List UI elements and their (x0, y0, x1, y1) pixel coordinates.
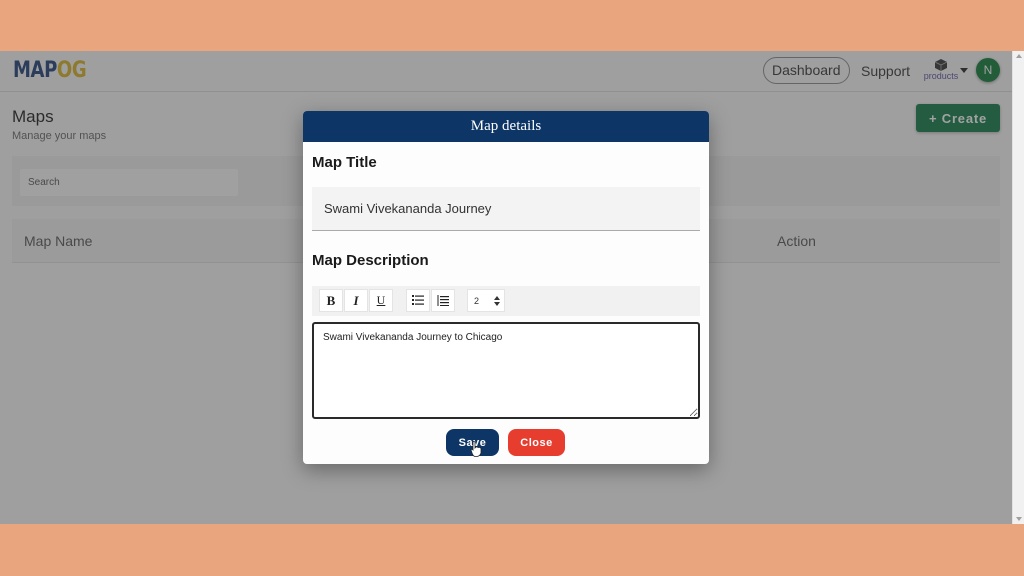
text-format-toolbar: B I U 2 (312, 286, 700, 316)
map-details-dialog: Map details Map Title Map Description B … (303, 111, 709, 464)
dialog-title: Map details (303, 111, 709, 142)
map-description-textarea[interactable]: Swami Vivekananda Journey to Chicago (312, 322, 700, 419)
select-arrows-icon (494, 296, 500, 306)
video-frame-top (0, 0, 1024, 51)
app-window: MAPOG Dashboard Support products N Maps … (0, 51, 1024, 524)
close-button[interactable]: Close (508, 429, 565, 456)
scroll-up-icon[interactable] (1016, 54, 1022, 58)
numbered-list-icon (437, 295, 449, 306)
bullet-list-button[interactable] (406, 289, 430, 312)
underline-button[interactable]: U (369, 289, 393, 312)
font-size-value: 2 (474, 296, 480, 306)
numbered-list-button[interactable] (431, 289, 455, 312)
map-title-label: Map Title (312, 154, 377, 171)
hand-cursor-icon (470, 441, 482, 457)
page-scrollbar[interactable] (1012, 51, 1024, 524)
bullet-list-icon (412, 295, 424, 305)
map-description-label: Map Description (312, 252, 429, 269)
video-frame-bottom (0, 524, 1024, 576)
font-size-select[interactable]: 2 (467, 289, 505, 312)
italic-button[interactable]: I (344, 289, 368, 312)
scroll-down-icon[interactable] (1016, 517, 1022, 521)
bold-button[interactable]: B (319, 289, 343, 312)
map-title-input[interactable] (312, 187, 700, 231)
